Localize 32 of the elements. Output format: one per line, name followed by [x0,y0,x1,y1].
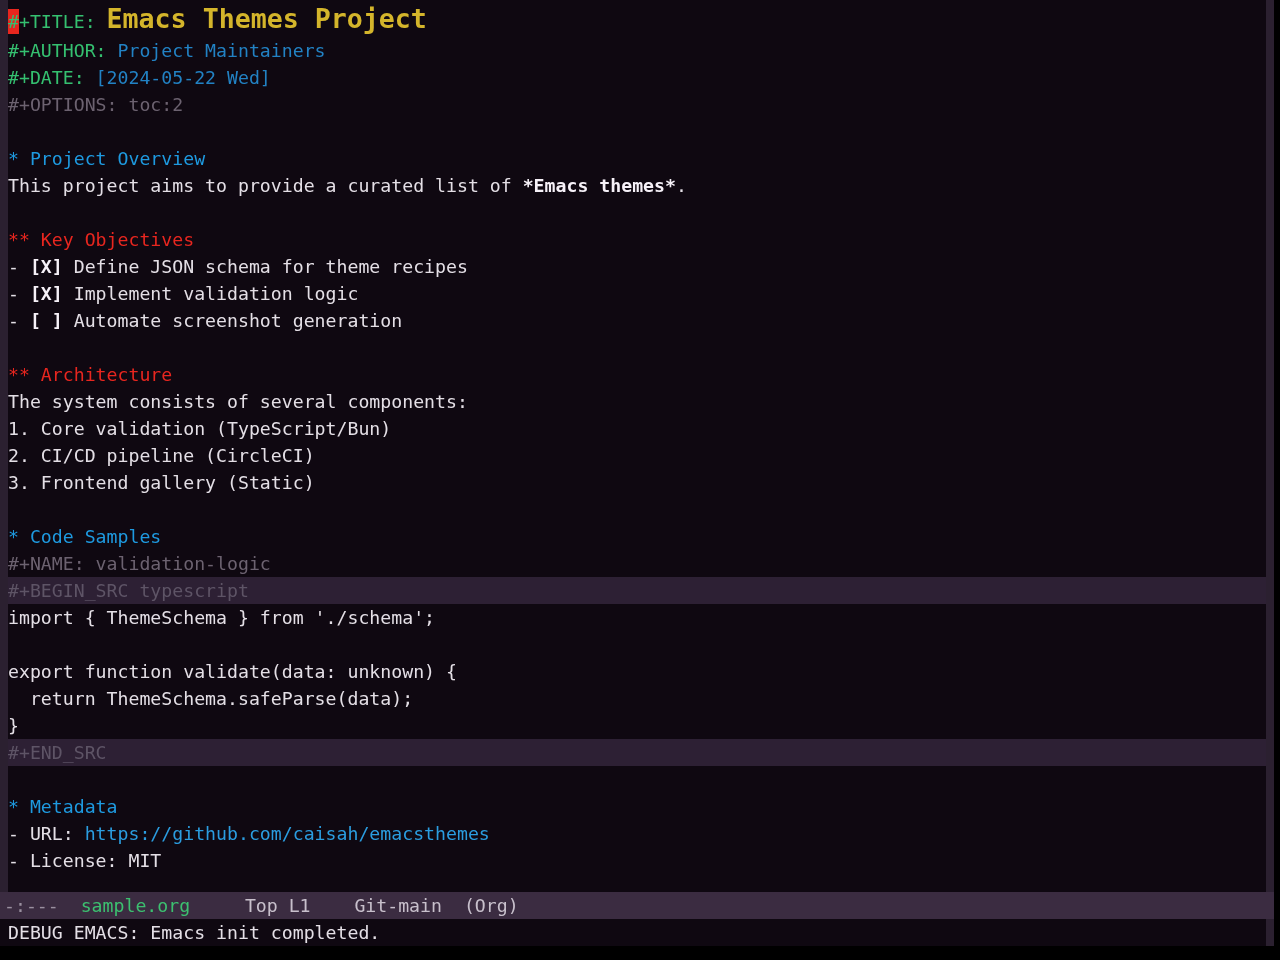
org-keyword: #+DATE: [8,66,85,90]
org-keyword: #+AUTHOR: [8,39,107,63]
section-heading: * Project Overview [8,148,206,169]
list-item: 2. CI/CD pipeline (CircleCI) [8,445,315,466]
section-heading: * Code Samples [8,526,162,547]
checklist-item: - [ ] Automate screenshot generation [8,310,403,331]
paragraph-text: The system consists of several components: [8,391,468,412]
metadata-label: - URL: [8,823,74,844]
major-mode: (Org) [463,895,519,916]
document-title: Emacs Themes Project [106,3,427,34]
keyword-value: toc:2 [128,94,184,115]
checklist-item: - [X] Implement validation logic [8,283,359,304]
url-link[interactable]: https://github.com/caisah/emacsthemes [84,823,490,844]
paragraph-text: This project aims to provide a curated list of *Emacs themes*. [8,175,687,196]
keyword-value: Project Maintainers [117,40,326,61]
cursor-position: Top L1 [244,895,311,916]
modified-indicator: -:--- [4,895,59,916]
keyword-value: [2024-05-22 Wed] [95,67,271,88]
section-heading: ** Key Objectives [8,229,195,250]
checklist-item: - [X] Define JSON schema for theme recipes [8,256,468,277]
metadata-value: MIT [128,850,162,871]
list-item: 3. Frontend gallery (Static) [8,472,315,493]
echo-message: DEBUG EMACS: Emacs init completed. [8,922,381,943]
branch-name: Git-main [354,895,442,916]
metadata-label: - License: [8,850,118,871]
org-keyword: #+OPTIONS: [8,93,118,117]
buffer-name: sample.org [80,895,191,916]
block-name: #+NAME: validation-logic [8,553,271,574]
section-heading: * Metadata [8,796,118,817]
section-heading: ** Architecture [8,364,173,385]
source-code-text: import { ThemeSchema } from './schema'; export function validate(data: unknown) { return ThemeSchema.safeParse(data); } [8,606,457,738]
list-item: 1. Core validation (TypeScript/Bun) [8,418,392,439]
